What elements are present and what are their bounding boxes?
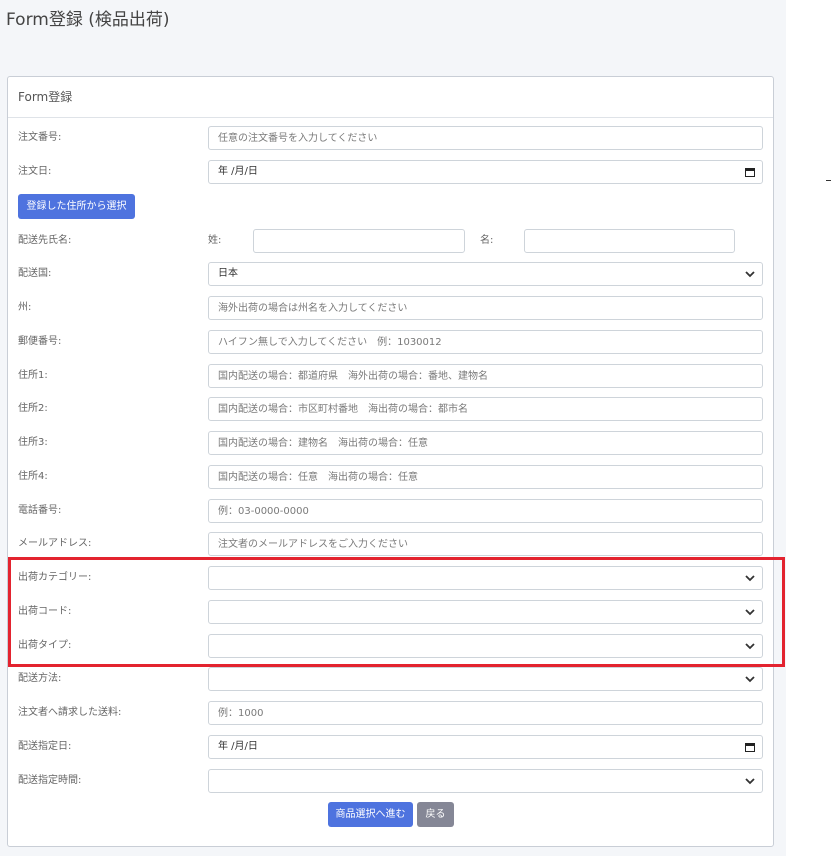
select-saved-address-button[interactable]: 登録した住所から選択	[18, 194, 135, 219]
country-label: 配送国:	[18, 268, 52, 279]
delivery-date-value: 年 /月/日	[218, 741, 258, 752]
delivery-method-row: 配送方法:	[8, 667, 773, 691]
phone-label: 電話番号:	[18, 505, 62, 516]
chevron-down-icon	[745, 676, 755, 683]
card-header: Form登録	[8, 77, 773, 118]
postal-code-row: 郵便番号:	[8, 330, 773, 354]
shipping-type-select[interactable]	[208, 634, 763, 658]
address3-row: 住所3:	[8, 431, 773, 455]
delivery-time-label: 配送指定時間:	[18, 775, 82, 786]
order-date-row: 注文日: 年 /月/日	[8, 160, 773, 184]
postal-code-input[interactable]	[208, 330, 763, 354]
first-name-label: 名:	[480, 235, 494, 246]
country-row: 配送国: 日本	[8, 262, 773, 286]
calendar-icon[interactable]	[745, 167, 755, 177]
address2-input[interactable]	[208, 397, 763, 421]
last-name-label: 姓:	[208, 235, 222, 246]
address4-input[interactable]	[208, 465, 763, 489]
chevron-down-icon	[745, 643, 755, 650]
page-title: Form登録 (検品出荷)	[6, 10, 170, 30]
delivery-time-row: 配送指定時間:	[8, 769, 773, 793]
order-date-value: 年 /月/日	[218, 166, 258, 177]
address1-row: 住所1:	[8, 364, 773, 388]
edge-mark	[826, 180, 831, 181]
shipping-category-row: 出荷カテゴリー:	[8, 566, 773, 590]
address1-input[interactable]	[208, 364, 763, 388]
address1-label: 住所1:	[18, 370, 48, 381]
state-label: 州:	[18, 302, 32, 313]
shipping-type-label: 出荷タイプ:	[18, 640, 72, 651]
email-row: メールアドレス:	[8, 532, 773, 556]
shipping-fee-row: 注文者へ請求した送料:	[8, 701, 773, 725]
order-number-row: 注文番号:	[8, 126, 773, 150]
chevron-down-icon	[745, 609, 755, 616]
order-date-input[interactable]: 年 /月/日	[208, 160, 763, 184]
phone-row: 電話番号:	[8, 499, 773, 523]
recipient-name-label: 配送先氏名:	[18, 235, 72, 246]
email-input[interactable]	[208, 532, 763, 556]
postal-code-label: 郵便番号:	[18, 336, 62, 347]
last-name-input[interactable]	[253, 229, 465, 253]
delivery-method-select[interactable]	[208, 667, 763, 691]
shipping-code-row: 出荷コード:	[8, 600, 773, 624]
country-select[interactable]: 日本	[208, 262, 763, 286]
order-number-input[interactable]	[208, 126, 763, 150]
address4-row: 住所4:	[8, 465, 773, 489]
back-button[interactable]: 戻る	[417, 802, 454, 827]
calendar-icon[interactable]	[745, 742, 755, 752]
shipping-type-row: 出荷タイプ:	[8, 634, 773, 658]
state-input[interactable]	[208, 296, 763, 320]
address4-label: 住所4:	[18, 471, 48, 482]
shipping-code-select[interactable]	[208, 600, 763, 624]
form-card: Form登録 注文番号: 注文日: 年 /月/日 登録した住所から選択 配送先氏…	[7, 76, 774, 847]
delivery-date-input[interactable]: 年 /月/日	[208, 735, 763, 759]
country-value: 日本	[218, 268, 238, 279]
chevron-down-icon	[745, 575, 755, 582]
shipping-category-select[interactable]	[208, 566, 763, 590]
recipient-name-row: 配送先氏名: 姓: 名:	[8, 229, 773, 253]
delivery-date-label: 配送指定日:	[18, 741, 72, 752]
delivery-date-row: 配送指定日: 年 /月/日	[8, 735, 773, 759]
address3-input[interactable]	[208, 431, 763, 455]
first-name-input[interactable]	[524, 229, 735, 253]
shipping-category-label: 出荷カテゴリー:	[18, 572, 92, 583]
phone-input[interactable]	[208, 499, 763, 523]
state-row: 州:	[8, 296, 773, 320]
chevron-down-icon	[745, 778, 755, 785]
address3-label: 住所3:	[18, 437, 48, 448]
address2-label: 住所2:	[18, 403, 48, 414]
email-label: メールアドレス:	[18, 538, 92, 549]
shipping-code-label: 出荷コード:	[18, 606, 72, 617]
shipping-fee-input[interactable]	[208, 701, 763, 725]
delivery-method-label: 配送方法:	[18, 673, 62, 684]
order-number-label: 注文番号:	[18, 132, 62, 143]
address2-row: 住所2:	[8, 397, 773, 421]
proceed-to-product-selection-button[interactable]: 商品選択へ進む	[328, 802, 413, 827]
order-date-label: 注文日:	[18, 166, 52, 177]
chevron-down-icon	[745, 271, 755, 278]
shipping-fee-label: 注文者へ請求した送料:	[18, 707, 122, 718]
delivery-time-select[interactable]	[208, 769, 763, 793]
